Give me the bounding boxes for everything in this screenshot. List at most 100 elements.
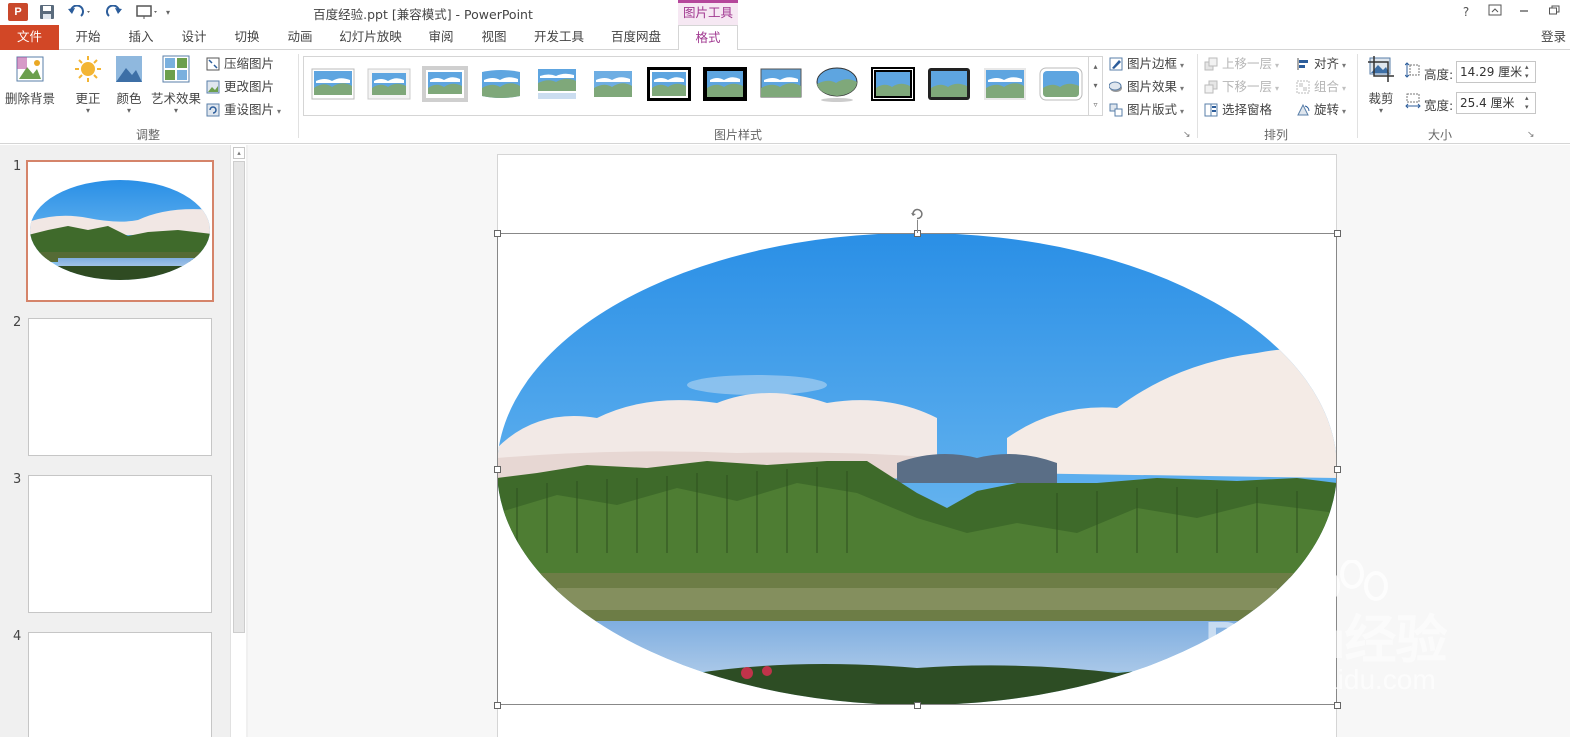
undo-icon[interactable] — [66, 3, 94, 21]
picture-color-icon — [114, 54, 144, 84]
compress-pictures-button[interactable]: 压缩图片 — [204, 54, 274, 74]
style-thumbnail[interactable] — [310, 66, 356, 102]
picture-border-button[interactable]: 图片边框 ▾ — [1107, 54, 1184, 74]
width-field[interactable]: 25.4 厘米 ▴ ▾ — [1456, 92, 1536, 114]
tab-file[interactable]: 文件 — [0, 25, 59, 50]
picture-layout-button[interactable]: 图片版式 ▾ — [1107, 100, 1184, 120]
chevron-down-icon: ▾ — [1342, 107, 1347, 116]
rotate-handle-icon[interactable] — [910, 207, 924, 221]
tab-insert[interactable]: 插入 — [120, 25, 162, 50]
chevron-down-icon: ▾ — [1180, 84, 1185, 93]
picture-layout-icon — [1109, 103, 1123, 117]
reset-picture-button[interactable]: 重设图片 ▾ — [204, 100, 281, 120]
style-thumbnail[interactable] — [366, 66, 412, 102]
height-increase-button[interactable]: ▴ — [1525, 63, 1533, 72]
minimize-button[interactable] — [1513, 3, 1535, 21]
tab-slideshow[interactable]: 幻灯片放映 — [333, 25, 408, 50]
tab-developer[interactable]: 开发工具 — [527, 25, 591, 50]
scrollbar-thumb[interactable] — [233, 161, 245, 633]
style-thumbnail[interactable] — [926, 66, 972, 102]
sun-icon — [73, 54, 103, 84]
resize-handle-left[interactable] — [494, 466, 501, 473]
group-button[interactable]: 组合 ▾ — [1294, 77, 1346, 97]
width-decrease-button[interactable]: ▾ — [1525, 103, 1533, 112]
remove-background-button[interactable]: 删除背景 — [4, 54, 56, 107]
resize-handle-top-left[interactable] — [494, 230, 501, 237]
artistic-effects-button[interactable]: 艺术效果 ▾ — [150, 54, 202, 115]
send-backward-icon — [1204, 80, 1218, 94]
thumbnail-picture — [30, 180, 210, 280]
style-thumbnail[interactable] — [478, 66, 524, 102]
resize-handle-bottom-left[interactable] — [494, 702, 501, 709]
slide-number: 3 — [13, 472, 22, 487]
slide-number: 4 — [13, 629, 22, 644]
style-thumbnail[interactable] — [422, 66, 468, 102]
color-button[interactable]: 颜色 ▾ — [110, 54, 148, 115]
save-icon[interactable] — [38, 3, 56, 21]
style-thumbnail[interactable] — [814, 66, 860, 102]
send-backward-button[interactable]: 下移一层 ▾ — [1202, 77, 1279, 97]
chevron-down-icon: ▾ — [1275, 61, 1280, 70]
style-thumbnail[interactable] — [1038, 66, 1084, 102]
tab-design[interactable]: 设计 — [173, 25, 215, 50]
sign-in-link[interactable]: 登录 — [1541, 25, 1566, 49]
scroll-up-button[interactable]: ▴ — [233, 147, 245, 159]
dialog-launcher-icon[interactable]: ↘ — [1183, 130, 1191, 140]
ribbon-display-options-button[interactable] — [1484, 3, 1506, 21]
bring-forward-button[interactable]: 上移一层 ▾ — [1202, 54, 1279, 74]
resize-handle-right[interactable] — [1334, 466, 1341, 473]
remove-background-icon — [15, 54, 45, 84]
resize-handle-bottom[interactable] — [914, 702, 921, 709]
slide-thumbnail-1[interactable] — [26, 160, 214, 302]
tab-review[interactable]: 审阅 — [420, 25, 462, 50]
style-thumbnail[interactable] — [646, 66, 692, 102]
style-thumbnail[interactable] — [534, 66, 580, 102]
group-icon — [1296, 80, 1310, 94]
rotate-handle-stem — [917, 220, 918, 233]
height-field[interactable]: 14.29 厘米 ▴ ▾ — [1456, 61, 1536, 83]
tab-transitions[interactable]: 切换 — [226, 25, 268, 50]
tab-animations[interactable]: 动画 — [279, 25, 321, 50]
tab-home[interactable]: 开始 — [67, 25, 109, 50]
rotate-button[interactable]: 旋转 ▾ — [1294, 100, 1346, 120]
chevron-down-icon: ▾ — [1180, 107, 1185, 116]
tab-view[interactable]: 视图 — [473, 25, 515, 50]
picture-effects-button[interactable]: 图片效果 ▾ — [1107, 77, 1184, 97]
style-thumbnail[interactable] — [702, 66, 748, 102]
powerpoint-logo-icon[interactable]: P — [8, 3, 28, 21]
height-decrease-button[interactable]: ▾ — [1525, 72, 1533, 81]
style-thumbnail[interactable] — [982, 66, 1028, 102]
dialog-launcher-icon[interactable]: ↘ — [1527, 130, 1535, 140]
slide-thumbnail-3[interactable] — [28, 475, 212, 613]
crop-button[interactable]: 裁剪 ▾ — [1363, 54, 1399, 115]
chevron-down-icon: ▾ — [126, 106, 131, 115]
style-thumbnail[interactable] — [870, 66, 916, 102]
slide-number: 2 — [13, 315, 22, 330]
gallery-scroll-up-button[interactable]: ▴ — [1088, 57, 1102, 76]
style-thumbnail[interactable] — [590, 66, 636, 102]
thumbnails-scrollbar[interactable]: ▴ — [230, 145, 246, 737]
customize-toolbar-icon[interactable]: ▾ — [163, 3, 173, 21]
chevron-down-icon: ▾ — [1342, 84, 1347, 93]
tab-format[interactable]: 格式 — [678, 25, 738, 51]
picture-styles-gallery[interactable]: ▴ ▾ ▿ — [303, 56, 1103, 116]
corrections-button[interactable]: 更正 ▾ — [68, 54, 108, 115]
resize-handle-bottom-right[interactable] — [1334, 702, 1341, 709]
slide-thumbnail-2[interactable] — [28, 318, 212, 456]
group-label-adjust: 调整 — [135, 128, 160, 142]
align-button[interactable]: 对齐 ▾ — [1294, 54, 1346, 74]
selection-pane-button[interactable]: 选择窗格 — [1202, 100, 1272, 120]
change-picture-button[interactable]: 更改图片 — [204, 77, 274, 97]
slide-thumbnail-4[interactable] — [28, 632, 212, 737]
resize-handle-top-right[interactable] — [1334, 230, 1341, 237]
compress-icon — [206, 57, 220, 71]
width-increase-button[interactable]: ▴ — [1525, 94, 1533, 103]
tab-baidu-netdisk[interactable]: 百度网盘 — [603, 25, 669, 50]
gallery-more-button[interactable]: ▿ — [1088, 95, 1102, 115]
start-from-beginning-icon[interactable] — [134, 3, 160, 21]
help-button[interactable]: ? — [1455, 3, 1477, 21]
style-thumbnail[interactable] — [758, 66, 804, 102]
restore-button[interactable] — [1543, 3, 1565, 21]
redo-icon[interactable] — [104, 3, 124, 21]
gallery-scroll-down-button[interactable]: ▾ — [1088, 76, 1102, 95]
